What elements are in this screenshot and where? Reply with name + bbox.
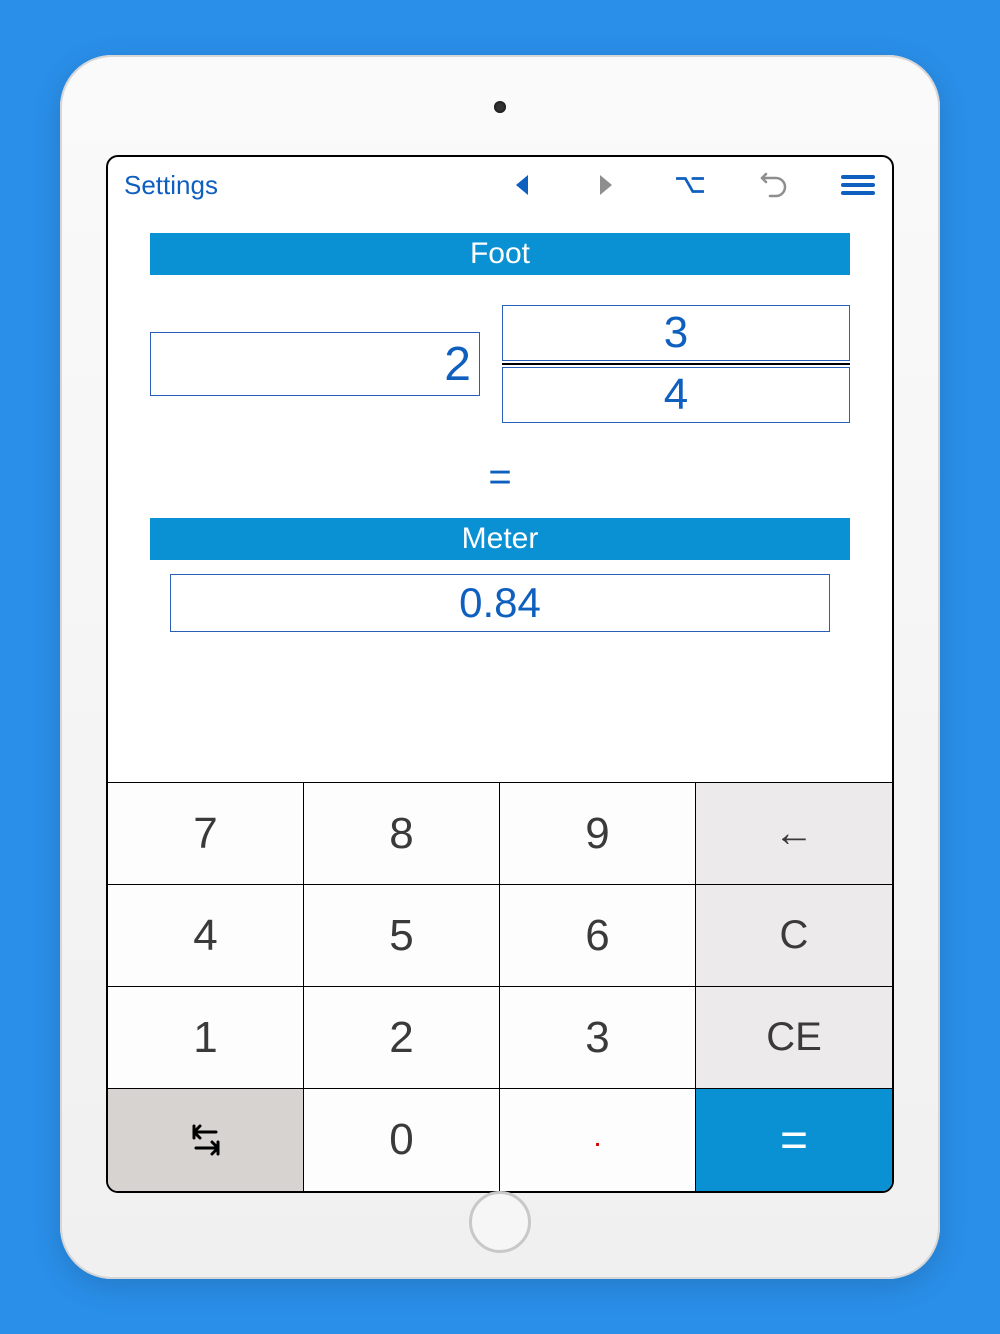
next-icon[interactable] [592,171,620,199]
fraction-input-row: 2 3 4 [150,305,850,423]
menu-icon[interactable] [844,171,872,199]
to-unit-selector[interactable]: Meter [150,518,850,560]
key-8[interactable]: 8 [304,783,500,885]
option-key-icon[interactable] [676,171,704,199]
triangle-left-icon [516,175,528,195]
toolbar-icons [508,171,872,199]
numerator-input[interactable]: 3 [502,305,850,361]
from-unit-selector[interactable]: Foot [150,233,850,275]
key-9[interactable]: 9 [500,783,696,885]
settings-button[interactable]: Settings [116,170,218,201]
undo-icon[interactable] [760,171,788,199]
triangle-right-icon [600,175,612,195]
fraction-divider [502,363,850,365]
key-backspace[interactable]: ← [696,783,892,885]
tablet-frame: Settings [60,55,940,1279]
prev-icon[interactable] [508,171,536,199]
keypad: 7 8 9 ← 4 5 6 C 1 2 3 CE 0 . = [108,782,892,1191]
key-3[interactable]: 3 [500,987,696,1089]
key-5[interactable]: 5 [304,885,500,987]
key-clear-entry[interactable]: CE [696,987,892,1089]
app-screen: Settings [106,155,894,1193]
key-4[interactable]: 4 [108,885,304,987]
denominator-input[interactable]: 4 [502,367,850,423]
key-6[interactable]: 6 [500,885,696,987]
fraction-column: 3 4 [502,305,850,423]
key-7[interactable]: 7 [108,783,304,885]
key-0[interactable]: 0 [304,1089,500,1191]
result-output: 0.84 [170,574,830,632]
key-swap[interactable] [108,1089,304,1191]
key-1[interactable]: 1 [108,987,304,1089]
swap-icon [186,1122,226,1158]
toolbar: Settings [108,157,892,213]
home-button[interactable] [469,1191,531,1253]
conversion-area: Foot 2 3 4 = Meter 0.84 [108,213,892,782]
key-equals[interactable]: = [696,1089,892,1191]
key-clear[interactable]: C [696,885,892,987]
equals-label: = [150,455,850,500]
key-decimal[interactable]: . [500,1089,696,1191]
whole-number-input[interactable]: 2 [150,332,480,396]
tablet-camera [494,101,506,113]
key-2[interactable]: 2 [304,987,500,1089]
